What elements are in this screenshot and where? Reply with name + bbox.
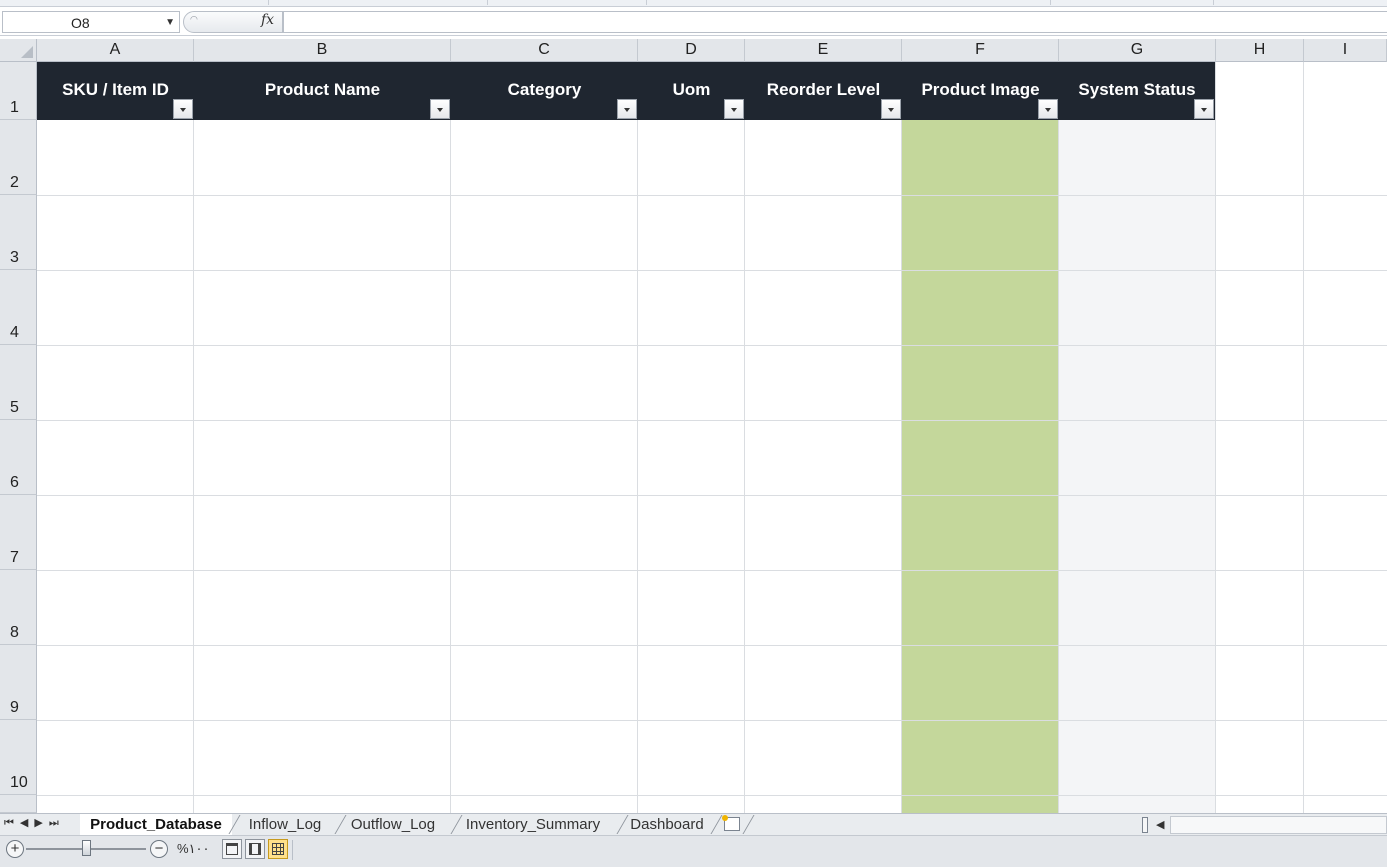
insert-sheet-icon[interactable] bbox=[722, 815, 740, 831]
row-header-8[interactable]: 8 bbox=[0, 570, 37, 645]
column-header-i[interactable]: I bbox=[1304, 39, 1387, 62]
horizontal-scrollbar[interactable]: ◀ bbox=[1142, 816, 1387, 834]
header-cell-uom[interactable]: Uom bbox=[638, 62, 745, 120]
zoom-level[interactable]: %١٠٠ bbox=[177, 841, 210, 857]
tab-split-handle[interactable] bbox=[1142, 817, 1148, 833]
column-header-c[interactable]: C bbox=[451, 39, 638, 62]
formula-bar: O8 ▼ ◠ fx bbox=[0, 8, 1387, 36]
status-bar: + − %١٠٠ bbox=[0, 835, 1387, 867]
row-number: 5 bbox=[10, 399, 19, 416]
header-label: Uom bbox=[672, 80, 711, 99]
page-layout-view-button[interactable] bbox=[245, 839, 265, 859]
header-cell-reorder-level[interactable]: Reorder Level bbox=[745, 62, 902, 120]
column-header-h[interactable]: H bbox=[1216, 39, 1304, 62]
normal-view-icon bbox=[272, 843, 284, 855]
row-header-1[interactable]: 1 bbox=[0, 62, 37, 120]
row-header-5[interactable]: 5 bbox=[0, 345, 37, 420]
filter-dropdown-icon[interactable] bbox=[1038, 99, 1058, 119]
filter-dropdown-icon[interactable] bbox=[173, 99, 193, 119]
sheet-tab-outflow-log[interactable]: Outflow_Log bbox=[343, 814, 443, 835]
row-header-4[interactable]: 4 bbox=[0, 270, 37, 345]
row-number: 4 bbox=[10, 324, 19, 341]
sheet-tab-product-database[interactable]: Product_Database bbox=[80, 814, 232, 835]
sheet-tab-inventory-summary[interactable]: Inventory_Summary bbox=[460, 814, 606, 835]
filter-dropdown-icon[interactable] bbox=[724, 99, 744, 119]
column-header-d[interactable]: D bbox=[638, 39, 745, 62]
sheet-tabs-bar: ⏮◀▶⏭ Product_Database Inflow_Log Outflow… bbox=[0, 813, 1387, 835]
zoom-slider-thumb[interactable] bbox=[82, 840, 91, 856]
filter-dropdown-icon[interactable] bbox=[430, 99, 450, 119]
header-cell-system-status[interactable]: System Status bbox=[1059, 62, 1215, 120]
page-break-view-icon bbox=[226, 843, 238, 855]
expand-handle-icon: ◠ bbox=[190, 14, 198, 24]
column-header-g[interactable]: G bbox=[1059, 39, 1216, 62]
row-header-2[interactable]: 2 bbox=[0, 120, 37, 195]
header-label: Reorder Level bbox=[766, 80, 881, 99]
zoom-in-button[interactable]: + bbox=[6, 840, 24, 858]
formula-input[interactable] bbox=[283, 11, 1387, 33]
sheet-tab-dashboard[interactable]: Dashboard bbox=[626, 814, 708, 835]
row-header-11[interactable] bbox=[0, 795, 37, 813]
page-break-view-button[interactable] bbox=[222, 839, 242, 859]
insert-function-icon[interactable]: fx bbox=[261, 12, 274, 28]
row-number: 7 bbox=[10, 549, 19, 566]
header-cell-sku[interactable]: SKU / Item ID bbox=[37, 62, 194, 120]
select-all-button[interactable] bbox=[0, 39, 37, 62]
row-number: 2 bbox=[10, 174, 19, 191]
header-label: System Status bbox=[1078, 80, 1196, 99]
filter-dropdown-icon[interactable] bbox=[881, 99, 901, 119]
zoom-out-button[interactable]: − bbox=[150, 840, 168, 858]
row-header-7[interactable]: 7 bbox=[0, 495, 37, 570]
row-header-3[interactable]: 3 bbox=[0, 195, 37, 270]
worksheet-grid: A B C D E F G H I 1 2 3 4 5 6 7 8 9 10 S… bbox=[0, 39, 1387, 813]
name-box-value: O8 bbox=[71, 15, 90, 31]
status-divider bbox=[292, 840, 293, 860]
row-header-6[interactable]: 6 bbox=[0, 420, 37, 495]
name-box[interactable]: O8 ▼ bbox=[2, 11, 180, 33]
scroll-left-icon[interactable]: ◀ bbox=[1156, 818, 1164, 831]
row-number: 6 bbox=[10, 474, 19, 491]
table-header-row: SKU / Item ID Product Name Category Uom … bbox=[37, 62, 1215, 120]
row-number: 10 bbox=[10, 774, 28, 791]
filter-dropdown-icon[interactable] bbox=[1194, 99, 1214, 119]
header-cell-product-image[interactable]: Product Image bbox=[902, 62, 1059, 120]
header-label: SKU / Item ID bbox=[62, 80, 169, 99]
page-layout-view-icon bbox=[249, 843, 261, 855]
row-number: 3 bbox=[10, 249, 19, 266]
row-header-9[interactable]: 9 bbox=[0, 645, 37, 720]
column-header-f[interactable]: F bbox=[902, 39, 1059, 62]
row-number: 9 bbox=[10, 699, 19, 716]
header-cell-category[interactable]: Category bbox=[451, 62, 638, 120]
row-number: 1 bbox=[10, 99, 19, 116]
header-cell-product-name[interactable]: Product Name bbox=[194, 62, 451, 120]
header-label: Product Image bbox=[921, 80, 1040, 99]
sheet-tab-inflow-log[interactable]: Inflow_Log bbox=[240, 814, 330, 835]
ribbon-edge bbox=[0, 0, 1387, 7]
product-image-column-fill bbox=[902, 120, 1059, 813]
chevron-down-icon[interactable]: ▼ bbox=[165, 17, 175, 28]
header-label: Product Name bbox=[264, 80, 381, 99]
system-status-column-fill bbox=[1059, 120, 1216, 813]
row-header-10[interactable]: 10 bbox=[0, 720, 37, 795]
scroll-track[interactable] bbox=[1170, 816, 1387, 834]
column-header-a[interactable]: A bbox=[37, 39, 194, 62]
normal-view-button[interactable] bbox=[268, 839, 288, 859]
header-label: Category bbox=[507, 80, 582, 99]
cell-area[interactable]: SKU / Item ID Product Name Category Uom … bbox=[37, 62, 1387, 813]
filter-dropdown-icon[interactable] bbox=[617, 99, 637, 119]
column-header-e[interactable]: E bbox=[745, 39, 902, 62]
column-header-b[interactable]: B bbox=[194, 39, 451, 62]
row-number: 8 bbox=[10, 624, 19, 641]
sheet-navigation-arrows-icon[interactable]: ⏮◀▶⏭ bbox=[4, 816, 65, 830]
